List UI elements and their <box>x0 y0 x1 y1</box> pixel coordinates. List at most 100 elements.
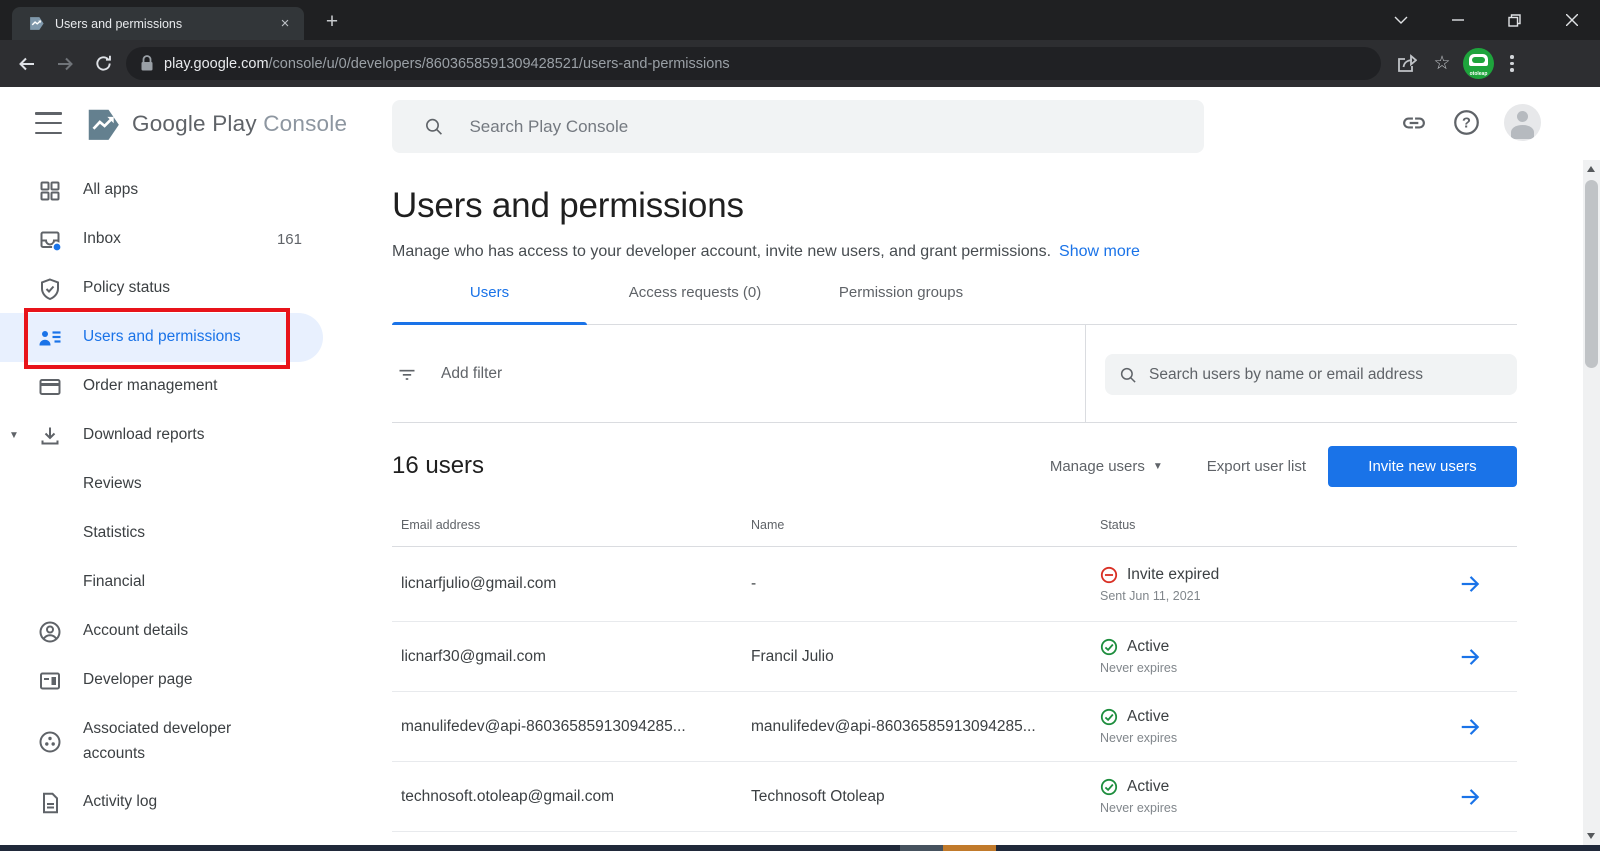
expander-chevron-icon[interactable]: ▼ <box>9 430 19 441</box>
user-email: manulifedev@api-86036585913094285... <box>401 717 686 735</box>
user-status-cell: Invite expired Sent Jun 11, 2021 <box>1100 566 1459 603</box>
avatar-car-glyph <box>1469 54 1488 66</box>
sidebar-item-label: Reviews <box>83 475 142 493</box>
play-console-app: Google Play Console ? <box>0 87 1600 845</box>
tab-access-requests[interactable]: Access requests (0) <box>587 284 803 324</box>
sidebar-item-policy-status[interactable]: Policy status <box>0 264 370 313</box>
sidebar-item-activity-log[interactable]: Activity log <box>0 778 370 827</box>
inbox-icon <box>40 231 62 252</box>
filter-bar: Add filter <box>392 325 1517 423</box>
taskbar-segment <box>943 845 996 851</box>
sidebar-item-inbox[interactable]: Inbox 161 <box>0 215 370 264</box>
sidebar-item-developer-page[interactable]: Developer page <box>0 656 370 705</box>
scrollbar-thumb[interactable] <box>1585 180 1598 368</box>
avatar-label: otoleap <box>1469 71 1488 77</box>
sidebar-item-all-apps[interactable]: All apps <box>0 166 370 215</box>
url-domain: play.google.com <box>164 55 269 72</box>
developer-page-icon <box>40 672 60 689</box>
sidebar-item-users-and-permissions[interactable]: Users and permissions <box>0 313 323 362</box>
active-check-icon <box>1100 708 1118 726</box>
status-label: Active <box>1127 708 1170 725</box>
sidebar-item-label: Users and permissions <box>83 328 241 346</box>
search-icon <box>1120 367 1136 383</box>
column-email-address: Email address <box>401 517 481 532</box>
status-label: Active <box>1127 638 1170 655</box>
brand[interactable]: Google Play Console <box>84 105 347 143</box>
sidebar-item-label: All apps <box>83 181 139 199</box>
browser-menu-icon[interactable] <box>1500 49 1524 79</box>
tab-users[interactable]: Users <box>392 284 587 325</box>
open-user-arrow-icon[interactable] <box>1459 573 1481 595</box>
user-search-bar[interactable] <box>1105 354 1517 395</box>
manage-users-dropdown[interactable]: Manage users ▼ <box>1050 458 1163 475</box>
users-count: 16 users <box>392 452 485 479</box>
window-controls <box>1372 0 1600 40</box>
tab-permission-groups[interactable]: Permission groups <box>803 284 999 324</box>
sidebar-item-order-management[interactable]: Order management <box>0 362 370 411</box>
show-more-link[interactable]: Show more <box>1059 243 1140 260</box>
restore-icon[interactable] <box>1486 0 1543 40</box>
document-icon <box>43 792 58 813</box>
sidebar-item-label: Developer page <box>83 671 193 689</box>
filter-divider <box>1085 325 1086 422</box>
brand-text: Google Play Console <box>132 111 347 137</box>
sidebar-item-account-details[interactable]: Account details <box>0 607 370 656</box>
url-path: /console/u/0/developers/8603658591309428… <box>268 55 730 72</box>
all-apps-grid-icon <box>40 181 60 200</box>
user-name: manulifedev@api-86036585913094285... <box>751 717 1036 735</box>
sidebar-item-label: Associated developer accounts <box>83 720 232 762</box>
chevron-down-icon: ▼ <box>1152 460 1163 472</box>
url-text: play.google.com/console/u/0/developers/8… <box>164 56 730 72</box>
browser-titlebar: Users and permissions × + <box>0 0 1600 40</box>
table-row[interactable]: licnarfjulio@gmail.com - Invite expired … <box>392 547 1517 622</box>
new-tab-button[interactable]: + <box>318 9 346 37</box>
brand-google-play: Google Play <box>132 111 257 136</box>
scroll-down-arrow-icon[interactable] <box>1587 833 1595 839</box>
bookmark-star-icon[interactable]: ☆ <box>1427 49 1457 79</box>
invite-new-users-button[interactable]: Invite new users <box>1328 445 1517 487</box>
sidebar-item-download-reports[interactable]: ▼ Download reports <box>0 411 370 460</box>
column-status: Status <box>1100 517 1136 532</box>
sidebar-item-label: Account details <box>83 622 189 640</box>
scroll-up-arrow-icon[interactable] <box>1587 166 1595 172</box>
browser-tab[interactable]: Users and permissions × <box>12 7 304 40</box>
vertical-scrollbar[interactable] <box>1583 160 1600 845</box>
minimize-icon[interactable] <box>1429 0 1486 40</box>
add-filter-button[interactable]: Add filter <box>397 364 502 384</box>
users-header: 16 users Manage users ▼ Export user list … <box>392 445 1517 487</box>
reload-icon[interactable] <box>84 46 122 82</box>
browser-toolbar: play.google.com/console/u/0/developers/8… <box>0 40 1600 87</box>
table-row[interactable]: licnarf30@gmail.com Francil Julio Active… <box>392 622 1517 692</box>
add-filter-label: Add filter <box>441 364 503 382</box>
sidebar-item-statistics[interactable]: Statistics <box>0 509 370 558</box>
toolbar-right: ☆ otoleap <box>1391 48 1524 79</box>
share-icon[interactable] <box>1391 49 1421 79</box>
back-icon[interactable] <box>8 46 46 82</box>
open-user-arrow-icon[interactable] <box>1459 786 1481 808</box>
close-icon[interactable] <box>1543 0 1600 40</box>
forward-icon[interactable] <box>46 46 84 82</box>
associated-accounts-icon <box>39 731 61 752</box>
invite-expired-icon <box>1100 566 1118 583</box>
tab-search-chevron-icon[interactable] <box>1372 0 1429 40</box>
tab-close-icon[interactable]: × <box>276 15 294 33</box>
table-row[interactable]: manulifedev@api-86036585913094285... man… <box>392 692 1517 762</box>
user-search-input[interactable] <box>1149 365 1503 384</box>
open-user-arrow-icon[interactable] <box>1459 646 1481 668</box>
sidebar-item-financial[interactable]: Financial <box>0 558 370 607</box>
status-label: Invite expired <box>1127 565 1220 583</box>
active-check-icon <box>1100 638 1118 656</box>
browser-profile-avatar[interactable]: otoleap <box>1463 48 1494 79</box>
sidebar-item-reviews[interactable]: Reviews <box>0 460 370 509</box>
sidebar-item-label: Policy status <box>83 279 171 297</box>
page-subtitle: Manage who has access to your developer … <box>392 243 1517 261</box>
open-user-arrow-icon[interactable] <box>1459 716 1481 738</box>
table-row[interactable]: technosoft.otoleap@gmail.com Technosoft … <box>392 762 1517 832</box>
taskbar-segment <box>900 845 943 851</box>
menu-hamburger-icon[interactable] <box>35 112 62 134</box>
play-console-logo-icon <box>88 109 119 140</box>
url-bar[interactable]: play.google.com/console/u/0/developers/8… <box>126 47 1381 80</box>
sidebar-item-associated-developer-accounts[interactable]: Associated developer accounts <box>0 705 370 778</box>
export-user-list-button[interactable]: Export user list <box>1207 458 1306 475</box>
user-email: licnarf30@gmail.com <box>401 647 546 665</box>
